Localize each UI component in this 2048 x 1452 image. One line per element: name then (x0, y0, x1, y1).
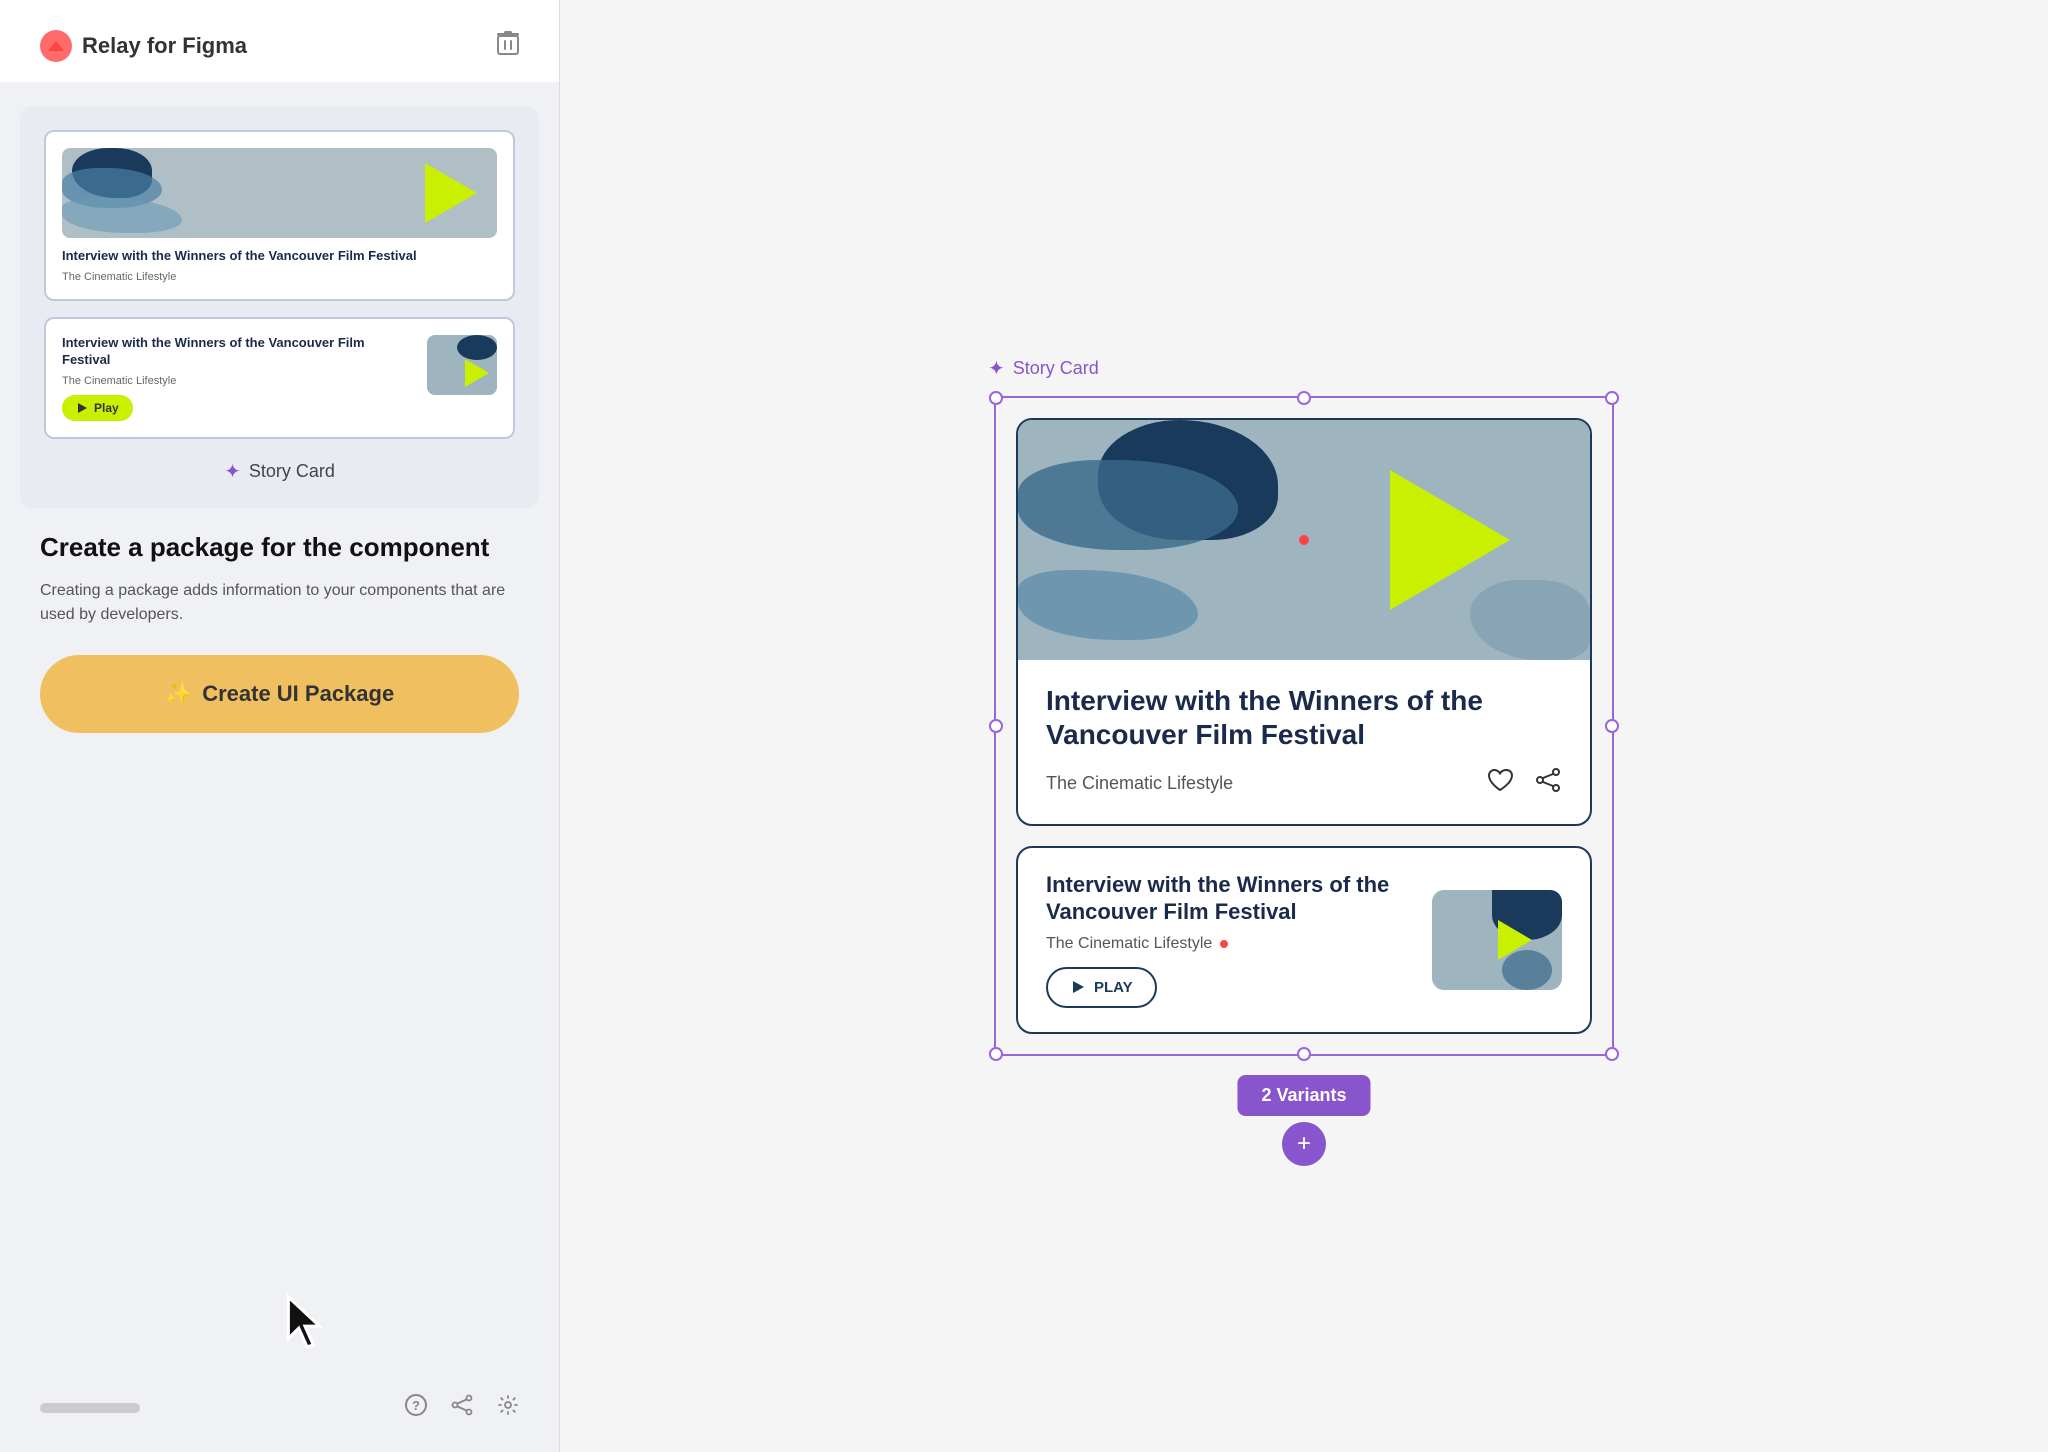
left-panel: Relay for Figma Interview (0, 0, 560, 1452)
mini-card-1-title: Interview with the Winners of the Vancou… (62, 248, 497, 265)
description-section: Create a package for the component Creat… (0, 532, 559, 753)
card1-content: Interview with the Winners of the Vancou… (1018, 660, 1590, 824)
share-card-icon[interactable] (1534, 767, 1562, 800)
right-panel: ✦ Story Card (560, 0, 2048, 1452)
mini-thumb-1 (62, 148, 497, 238)
card1-subtitle: The Cinematic Lifestyle (1046, 773, 1233, 794)
share-icon[interactable] (451, 1394, 473, 1422)
add-variant-button[interactable]: + (1282, 1122, 1326, 1166)
card1-title: Interview with the Winners of the Vancou… (1046, 684, 1562, 751)
description-text: Creating a package adds information to y… (40, 579, 519, 627)
handle-bl (989, 1047, 1003, 1061)
variants-badge: 2 Variants (1237, 1075, 1370, 1116)
description-title: Create a package for the component (40, 532, 519, 563)
svg-text:?: ? (412, 1398, 420, 1413)
trash-icon[interactable] (497, 31, 519, 61)
mini-card-2-sub: The Cinematic Lifestyle (62, 375, 415, 387)
handle-mr (1605, 719, 1619, 733)
panel-footer: ? (0, 1394, 559, 1422)
card2-thumbnail (1432, 890, 1562, 990)
scroll-indicator (40, 1403, 140, 1413)
help-icon[interactable]: ? (405, 1394, 427, 1422)
settings-icon[interactable] (497, 1394, 519, 1422)
panel-header: Relay for Figma (0, 0, 559, 82)
selection-border: Interview with the Winners of the Vancou… (994, 396, 1614, 1056)
mini-card-1-sub: The Cinematic Lifestyle (62, 271, 497, 283)
handle-tr (1605, 391, 1619, 405)
figma-component-label: ✦ Story Card (988, 356, 1099, 381)
figma-label-text: Story Card (1013, 358, 1099, 379)
mini-play-label: Play (94, 401, 119, 415)
figma-selection: ✦ Story Card (994, 396, 1614, 1056)
card2-content: Interview with the Winners of the Vancou… (1046, 872, 1412, 1008)
handle-bm (1297, 1047, 1311, 1061)
handle-tm (1297, 391, 1311, 405)
heart-icon[interactable] (1486, 767, 1514, 800)
brand-icon (40, 30, 72, 62)
brand-name: Relay for Figma (82, 33, 247, 59)
card2-title: Interview with the Winners of the Vancou… (1046, 872, 1412, 925)
mini-play-button[interactable]: Play (62, 395, 133, 421)
footer-icons: ? (405, 1394, 519, 1422)
mini-card-2: Interview with the Winners of the Vancou… (44, 317, 515, 439)
card1-actions (1486, 767, 1562, 800)
big-play-label: PLAY (1094, 979, 1133, 996)
mini-thumb-2 (427, 335, 497, 395)
card2-subtitle: The Cinematic Lifestyle (1046, 935, 1412, 953)
handle-ml (989, 719, 1003, 733)
mini-card-2-title: Interview with the Winners of the Vancou… (62, 335, 415, 369)
handle-br (1605, 1047, 1619, 1061)
create-btn-label: Create UI Package (202, 681, 394, 707)
story-card-1: Interview with the Winners of the Vancou… (1016, 418, 1592, 826)
sparkle-icon: ✦ (224, 459, 241, 484)
big-play-button[interactable]: PLAY (1046, 967, 1157, 1008)
preview-area: Interview with the Winners of the Vancou… (20, 106, 539, 508)
create-ui-package-button[interactable]: ✨ Create UI Package (40, 655, 519, 733)
create-btn-icon: ✨ (165, 681, 192, 707)
figma-sparkle-icon: ✦ (988, 356, 1005, 381)
mini-card-1: Interview with the Winners of the Vancou… (44, 130, 515, 301)
card2-subtitle-text: The Cinematic Lifestyle (1046, 935, 1212, 953)
card1-thumbnail (1018, 420, 1590, 660)
handle-tl (989, 391, 1003, 405)
subtitle-dot (1220, 940, 1228, 948)
mini-card-2-content: Interview with the Winners of the Vancou… (62, 335, 415, 421)
brand: Relay for Figma (40, 30, 247, 62)
story-card-2: Interview with the Winners of the Vancou… (1016, 846, 1592, 1034)
card1-meta: The Cinematic Lifestyle (1046, 767, 1562, 800)
component-label-text: Story Card (249, 461, 335, 482)
component-label: ✦ Story Card (44, 459, 515, 484)
